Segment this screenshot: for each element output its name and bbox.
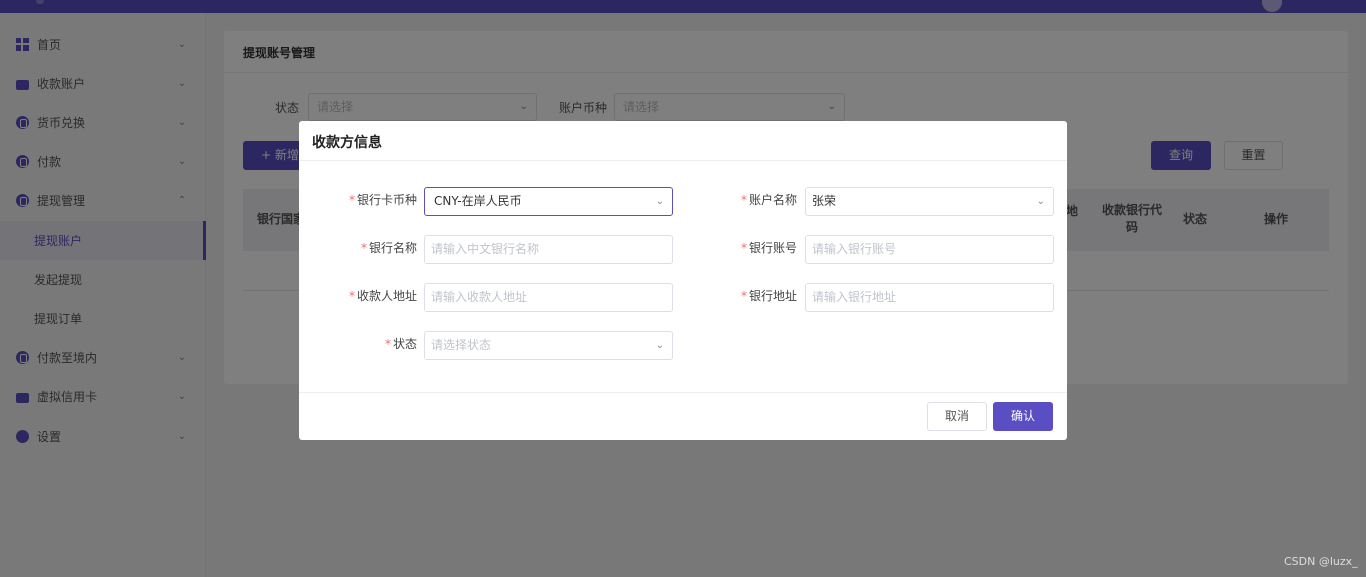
required-mark: *	[740, 289, 747, 303]
required-mark: *	[740, 241, 747, 255]
required-mark: *	[348, 289, 355, 303]
dialog-title: 收款方信息	[312, 135, 382, 151]
account-name-label: * 账户名称	[740, 193, 797, 207]
chevron-down-icon: ⌄	[1036, 196, 1045, 207]
bank-address-input[interactable]: 请输入银行地址	[805, 283, 1054, 312]
required-mark: *	[740, 193, 747, 207]
status-select[interactable]: 请选择状态 ⌄	[424, 331, 673, 360]
divider	[299, 392, 1067, 393]
account-name-select[interactable]: 张荣 ⌄	[805, 187, 1054, 216]
bank-name-label: * 银行名称	[360, 241, 417, 255]
bank-account-input[interactable]: 请输入银行账号	[805, 235, 1054, 264]
bank-account-label: * 银行账号	[740, 241, 797, 255]
status-placeholder: 请选择状态	[431, 338, 492, 352]
chevron-down-icon: ⌄	[655, 340, 664, 351]
divider	[299, 160, 1067, 161]
watermark: CSDN @luzx_	[1284, 555, 1358, 568]
bank-address-label: * 银行地址	[740, 289, 797, 303]
payee-address-placeholder: 请输入收款人地址	[431, 290, 528, 304]
bank-name-placeholder: 请输入中文银行名称	[431, 242, 540, 256]
confirm-button[interactable]: 确认	[993, 402, 1053, 431]
card-currency-value: CNY-在岸人民币	[434, 194, 522, 208]
payee-address-input[interactable]: 请输入收款人地址	[424, 283, 673, 312]
payee-address-label: * 收款人地址	[348, 289, 417, 303]
account-name-value: 张荣	[812, 194, 837, 208]
cancel-button[interactable]: 取消	[927, 402, 987, 431]
required-mark: *	[384, 337, 391, 351]
required-mark: *	[348, 193, 355, 207]
status-label: * 状态	[384, 337, 417, 351]
payee-info-dialog: 收款方信息 * 银行卡币种 CNY-在岸人民币 ⌄ * 账户名称 张荣 ⌄ * 银行名…	[299, 121, 1067, 440]
card-currency-select[interactable]: CNY-在岸人民币 ⌄	[424, 187, 673, 216]
required-mark: *	[360, 241, 367, 255]
chevron-down-icon: ⌄	[655, 196, 664, 207]
bank-address-placeholder: 请输入银行地址	[812, 290, 897, 304]
bank-account-placeholder: 请输入银行账号	[812, 242, 897, 256]
bank-name-input[interactable]: 请输入中文银行名称	[424, 235, 673, 264]
card-currency-label: * 银行卡币种	[348, 193, 417, 207]
